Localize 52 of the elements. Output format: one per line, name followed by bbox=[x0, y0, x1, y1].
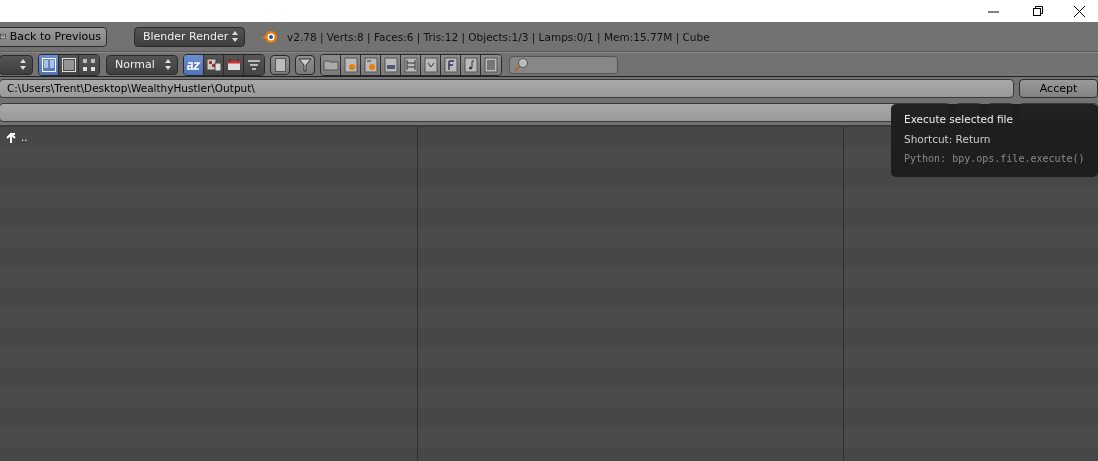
updown-arrows-icon bbox=[17, 58, 29, 71]
tooltip-title: Execute selected file bbox=[904, 113, 1014, 127]
search-field[interactable] bbox=[509, 55, 618, 74]
file-type-filter[interactable] bbox=[321, 54, 341, 75]
file-type-filter[interactable] bbox=[361, 54, 381, 75]
text-file-icon bbox=[483, 56, 499, 73]
search-icon bbox=[513, 56, 529, 73]
file-type-filter[interactable] bbox=[381, 54, 401, 75]
checker-document-icon bbox=[205, 56, 222, 73]
sort-toggle[interactable] bbox=[204, 54, 224, 75]
file-type-filter[interactable] bbox=[401, 54, 421, 75]
sort-toggle[interactable] bbox=[244, 54, 264, 75]
font-file-icon bbox=[442, 56, 459, 73]
music-file-icon bbox=[462, 56, 479, 73]
screen-icon bbox=[0, 31, 6, 42]
accept-button[interactable]: Accept bbox=[1019, 79, 1098, 98]
display-mode-toggle[interactable] bbox=[39, 54, 59, 75]
sort-toggle[interactable] bbox=[224, 54, 244, 75]
render-engine-dropdown[interactable]: Blender Render bbox=[134, 26, 245, 47]
display-mode-toggle[interactable] bbox=[79, 54, 99, 75]
list-icon bbox=[60, 56, 77, 73]
file-type-filter[interactable] bbox=[461, 54, 481, 75]
directory-path-field[interactable]: C:\Users\Trent\Desktop\WealthyHustler\Output\ bbox=[0, 79, 1014, 98]
restore-icon[interactable] bbox=[1030, 3, 1046, 19]
calendar-icon bbox=[225, 56, 242, 73]
up-arrow-icon bbox=[4, 130, 18, 144]
tooltip-shortcut: Shortcut: Return bbox=[904, 133, 992, 147]
blend-file-icon bbox=[342, 56, 359, 73]
updown-arrows-icon bbox=[229, 30, 241, 43]
file-type-filter[interactable] bbox=[441, 54, 461, 75]
back-button[interactable]: Back to Previous bbox=[0, 26, 107, 47]
file-type-filter[interactable] bbox=[341, 54, 361, 75]
document-icon bbox=[272, 56, 288, 73]
funnel-icon bbox=[297, 56, 313, 73]
thumbnails-icon bbox=[40, 56, 57, 73]
display-size-dropdown[interactable]: Normal bbox=[106, 54, 178, 75]
file-type-filter[interactable] bbox=[481, 54, 501, 75]
updown-arrows-icon bbox=[162, 58, 174, 71]
blender-logo-icon bbox=[261, 29, 278, 44]
display-mode-toggle[interactable] bbox=[59, 54, 79, 75]
parent-directory-item[interactable]: .. bbox=[0, 130, 28, 144]
tooltip-python: Python: bpy.ops.file.execute() bbox=[904, 153, 1086, 164]
image-file-icon bbox=[382, 56, 399, 73]
editor-type-dropdown[interactable] bbox=[0, 54, 33, 75]
scene-stats: v2.78 | Verts:8 | Faces:6 | Tris:12 | Objects:1/3 | Lamps:0/1 | Mem:15.77M | Cube bbox=[287, 30, 710, 43]
film-icon bbox=[402, 56, 419, 73]
grid-icon bbox=[81, 56, 97, 73]
sort-toggle[interactable] bbox=[184, 54, 204, 75]
filter-toggle[interactable] bbox=[295, 54, 315, 75]
close-icon[interactable] bbox=[1071, 3, 1087, 19]
hidden-files-toggle[interactable] bbox=[270, 54, 290, 75]
backup-file-icon bbox=[362, 56, 379, 73]
